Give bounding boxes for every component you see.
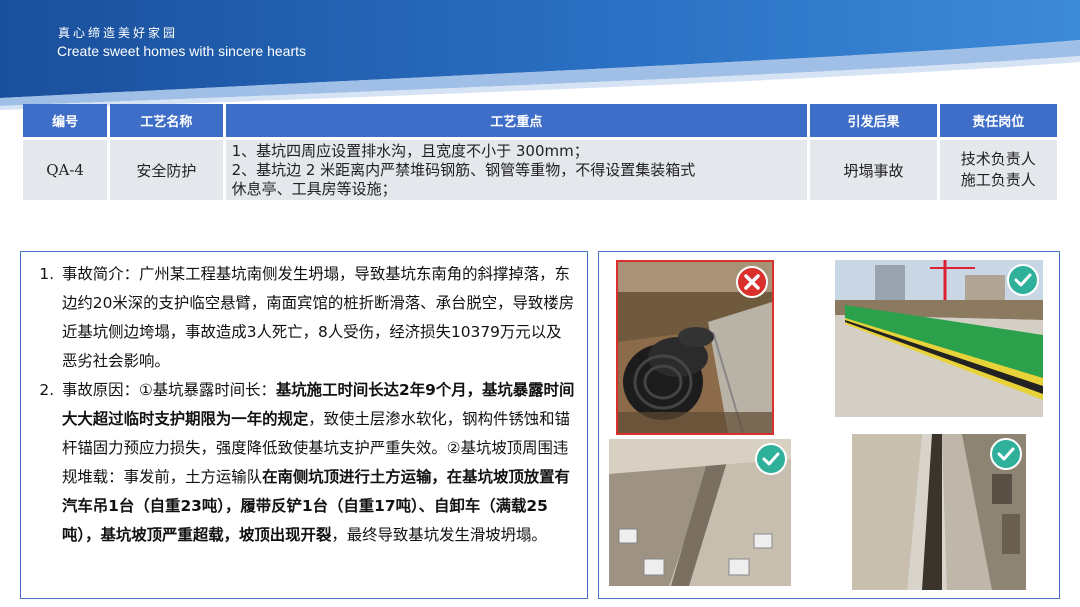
header-banner: 真心缔造美好家园 Create sweet homes with sincere… — [0, 0, 1080, 110]
cause-text: ，最终导致基坑发生滑坡坍塌。 — [331, 526, 547, 544]
incident-summary: 事故简介：广州某工程基坑南侧发生坍塌，导致基坑东南角的斜撑掉落，东边约20米深的… — [59, 260, 575, 376]
photo-drainage-channel — [852, 434, 1026, 590]
check-icon — [1007, 264, 1039, 296]
key-point-line: 1、基坑四周应设置排水沟，且宽度不小于 300mm； — [231, 141, 589, 160]
incident-list: 事故简介：广州某工程基坑南侧发生坍塌，导致基坑东南角的斜撑掉落，东边约20米深的… — [21, 252, 587, 550]
responsible-role: 技术负责人 — [960, 150, 1036, 168]
cause-text: 事故原因：①基坑暴露时间长： — [62, 381, 276, 399]
photo-pipes-at-pit-edge — [616, 260, 774, 435]
column-header-code: 编号 — [23, 104, 108, 137]
incident-panel: 事故简介：广州某工程基坑南侧发生坍塌，导致基坑东南角的斜撑掉落，东边约20米深的… — [20, 251, 588, 599]
column-header-consequence: 引发后果 — [810, 104, 937, 137]
photo-panel — [598, 251, 1060, 599]
key-point-line: 2、基坑边 2 米距离内严禁堆码钢筋、钢管等重物，不得设置集装箱式 — [231, 160, 696, 179]
slogan-chinese: 真心缔造美好家园 — [58, 26, 179, 40]
cell-code: QA-4 — [23, 140, 108, 200]
column-header-key-points: 工艺重点 — [225, 104, 808, 137]
table-row: QA-4 安全防护 1、基坑四周应设置排水沟，且宽度不小于 300mm； 2、基… — [23, 140, 1057, 200]
column-header-responsible: 责任岗位 — [939, 104, 1057, 137]
slogan-english: Create sweet homes with sincere hearts — [57, 43, 306, 59]
cell-consequence: 坍塌事故 — [810, 140, 937, 200]
process-table: 编号 工艺名称 工艺重点 引发后果 责任岗位 QA-4 安全防护 1、基坑四周应… — [20, 101, 1060, 203]
incident-summary-text: 事故简介：广州某工程基坑南侧发生坍塌，导致基坑东南角的斜撑掉落，东边约20米深的… — [62, 265, 575, 370]
cell-responsible: 技术负责人 施工负责人 — [939, 140, 1057, 200]
photo-green-safety-fence — [835, 260, 1043, 417]
incident-cause: 事故原因：①基坑暴露时间长：基坑施工时间长达2年9个月，基坑暴露时间大大超过临时… — [59, 376, 575, 550]
responsible-role: 施工负责人 — [960, 171, 1036, 189]
cell-key-points: 1、基坑四周应设置排水沟，且宽度不小于 300mm； 2、基坑边 2 米距离内严… — [225, 140, 808, 200]
photo-drainage-ditch-top — [609, 439, 791, 586]
column-header-name: 工艺名称 — [110, 104, 223, 137]
table-header-row: 编号 工艺名称 工艺重点 引发后果 责任岗位 — [23, 104, 1057, 137]
check-icon — [990, 438, 1022, 470]
cell-name: 安全防护 — [110, 140, 223, 200]
key-point-line: 休息亭、工具房等设施； — [231, 179, 397, 198]
red-cross-icon — [736, 266, 768, 298]
check-icon — [755, 443, 787, 475]
